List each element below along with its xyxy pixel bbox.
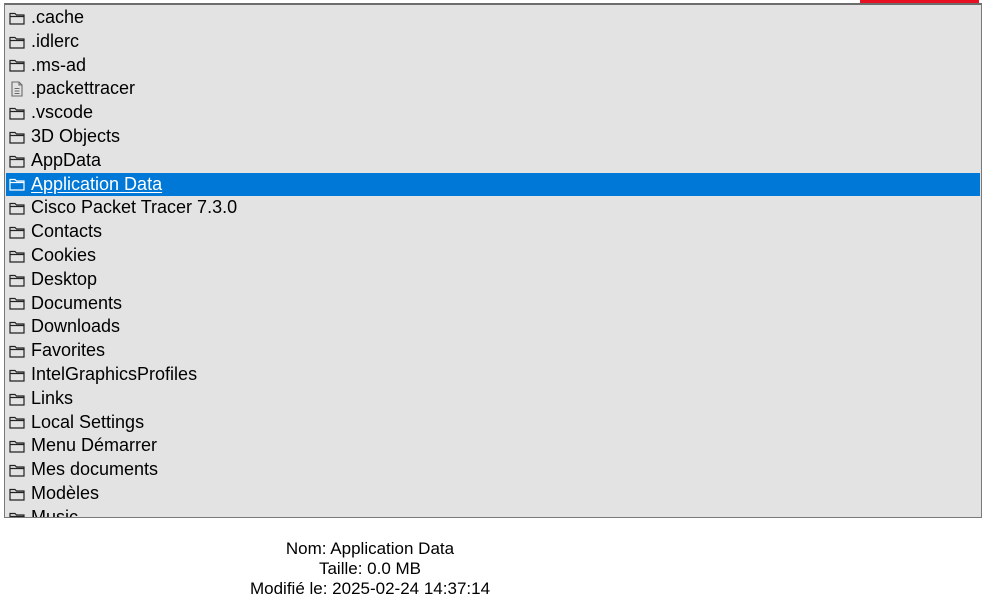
list-item[interactable]: Downloads [6, 315, 980, 339]
folder-icon [8, 295, 26, 311]
list-item-label: Mes documents [31, 459, 159, 480]
folder-icon [8, 105, 26, 121]
list-item-label: Documents [31, 292, 123, 313]
folder-icon [8, 462, 26, 478]
folder-icon [8, 414, 26, 430]
folder-icon [8, 367, 26, 383]
folder-icon [8, 224, 26, 240]
list-item[interactable]: Mes documents [6, 458, 980, 482]
list-item-label: IntelGraphicsProfiles [31, 363, 198, 384]
folder-icon [8, 176, 26, 192]
list-item[interactable]: .cache [6, 6, 980, 30]
list-item[interactable]: Music [6, 506, 980, 518]
folder-icon [8, 319, 26, 335]
list-item-label: Cookies [31, 244, 97, 265]
file-details: Nom: Application Data Taille: 0.0 MB Mod… [0, 539, 740, 599]
folder-icon [8, 153, 26, 169]
list-item-label: Application Data [31, 173, 163, 194]
list-item-label: Music [31, 506, 79, 518]
list-item-label: Downloads [31, 316, 121, 337]
folder-icon [8, 10, 26, 26]
list-item[interactable]: .ms-ad [6, 54, 980, 78]
list-item-label: Links [31, 387, 74, 408]
list-item[interactable]: Cisco Packet Tracer 7.3.0 [6, 196, 980, 220]
list-item[interactable]: Links [6, 387, 980, 411]
list-item-label: Contacts [31, 221, 103, 242]
list-item-label: .ms-ad [31, 54, 87, 75]
list-item[interactable]: Documents [6, 292, 980, 316]
folder-icon [8, 510, 26, 517]
list-item[interactable]: 3D Objects [6, 125, 980, 149]
list-item[interactable]: Cookies [6, 244, 980, 268]
list-item-label: Cisco Packet Tracer 7.3.0 [31, 197, 238, 218]
folder-icon [8, 438, 26, 454]
list-item[interactable]: Desktop [6, 268, 980, 292]
folder-icon [8, 343, 26, 359]
folder-icon [8, 391, 26, 407]
detail-modified: Modifié le: 2025-02-24 14:37:14 [249, 579, 491, 598]
file-list: .cache .idlerc .ms-ad .packettracer .vscode 3… [6, 6, 980, 518]
list-item[interactable]: .packettracer [6, 77, 980, 101]
list-item[interactable]: Menu Démarrer [6, 434, 980, 458]
list-item[interactable]: Modèles [6, 482, 980, 506]
folder-icon [8, 34, 26, 50]
list-item[interactable]: Application Data [6, 172, 980, 197]
folder-icon [8, 272, 26, 288]
list-item[interactable]: Favorites [6, 339, 980, 363]
folder-icon [8, 486, 26, 502]
list-item-label: .idlerc [31, 30, 80, 51]
detail-name: Nom: Application Data [285, 539, 455, 558]
list-item[interactable]: IntelGraphicsProfiles [6, 363, 980, 387]
list-item[interactable]: .vscode [6, 101, 980, 125]
list-item[interactable]: AppData [6, 149, 980, 173]
list-item-label: Desktop [31, 268, 98, 289]
folder-icon [8, 129, 26, 145]
folder-icon [8, 200, 26, 216]
list-item[interactable]: Local Settings [6, 411, 980, 435]
list-item[interactable]: .idlerc [6, 30, 980, 54]
list-item-label: AppData [31, 149, 102, 170]
folder-icon [8, 57, 26, 73]
file-icon [8, 81, 26, 97]
list-item-label: .packettracer [31, 78, 136, 99]
list-item-label: Favorites [31, 340, 106, 361]
list-item-label: 3D Objects [31, 125, 121, 146]
detail-size: Taille: 0.0 MB [318, 559, 422, 578]
list-item-label: Modèles [31, 482, 100, 503]
list-item-label: .vscode [31, 102, 94, 123]
file-listbox[interactable]: .cache .idlerc .ms-ad .packettracer .vscode 3… [4, 3, 982, 518]
folder-icon [8, 248, 26, 264]
list-item-label: .cache [31, 7, 85, 27]
list-item-label: Local Settings [31, 411, 145, 432]
list-item-label: Menu Démarrer [31, 435, 158, 456]
list-item[interactable]: Contacts [6, 220, 980, 244]
